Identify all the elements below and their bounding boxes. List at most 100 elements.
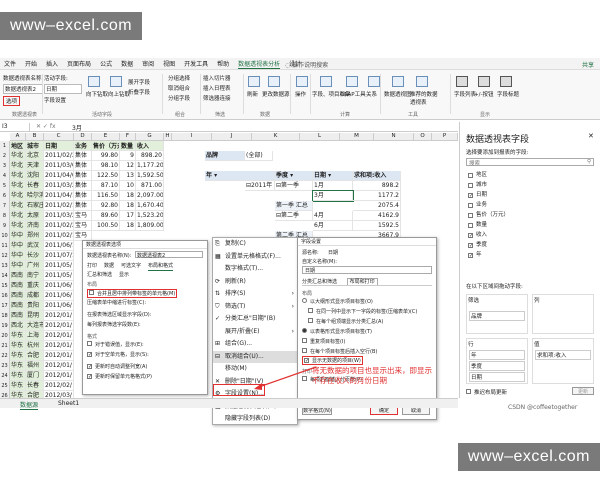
table-cell[interactable]: 2011/02/15: [44, 231, 74, 241]
table-cell[interactable]: 哈尔滨: [26, 191, 44, 201]
defer-update-checkbox[interactable]: 推迟布局更新: [466, 388, 507, 396]
context-menu-item[interactable]: 展开/折叠(E) ›: [213, 326, 297, 339]
row-header[interactable]: 25: [0, 381, 10, 391]
table-cell[interactable]: 2011/03/04: [44, 161, 74, 171]
menu-tab-3[interactable]: 页面布局: [67, 59, 91, 68]
context-menu-item[interactable]: ⟳ 刷新(R): [213, 276, 297, 289]
autofit-columns-checkbox[interactable]: ✓ 更新时自动调整列宽(A): [87, 363, 147, 370]
row-header[interactable]: 15: [0, 281, 10, 291]
pivot-sum-cell[interactable]: 898.2: [353, 181, 401, 191]
table-cell[interactable]: 华中: [10, 241, 26, 251]
field-checkbox[interactable]: [468, 172, 473, 178]
pivot-date-cell[interactable]: 1月: [313, 181, 353, 191]
row-header[interactable]: 3: [0, 161, 10, 171]
row-header[interactable]: 6: [0, 191, 10, 201]
column-header-C[interactable]: C: [44, 133, 74, 141]
drill-down-button[interactable]: 向下钻取: [86, 90, 108, 98]
table-cell[interactable]: 2011/05/: [44, 271, 74, 281]
table-cell[interactable]: 南宁: [26, 271, 44, 281]
options-tab-2[interactable]: 可选文字: [121, 262, 141, 271]
context-menu-item[interactable]: ⊞ 组合(G)...: [213, 338, 297, 351]
table-cell[interactable]: 98.10: [92, 161, 120, 171]
outline-form-radio[interactable]: 以大纲形式显示项目标签(O): [302, 298, 373, 305]
table-cell[interactable]: 116.50: [92, 191, 120, 201]
row-header[interactable]: 19: [0, 321, 10, 331]
pivotchart-button[interactable]: 数据透视图: [384, 90, 412, 98]
table-cell[interactable]: 99.80: [92, 151, 120, 161]
table-cell[interactable]: 1,592.50: [136, 171, 164, 181]
change-source-button[interactable]: 更改数据源: [262, 90, 290, 98]
table-cell[interactable]: 华东: [10, 371, 26, 381]
table-cell[interactable]: 2011/04/14: [44, 191, 74, 201]
name-box[interactable]: I3: [2, 123, 30, 131]
table-cell[interactable]: 1,670.40: [136, 201, 164, 211]
column-header-F[interactable]: F: [120, 133, 136, 141]
table-cell[interactable]: 1,809.00: [136, 221, 164, 231]
table-cell[interactable]: 福州: [26, 361, 44, 371]
context-menu-item[interactable]: ⇅ 排序(S) ›: [213, 288, 297, 301]
pivot-quarter-header[interactable]: 季度 ▾: [275, 171, 313, 181]
field-checkbox[interactable]: [468, 182, 473, 188]
pivot-sum-cell[interactable]: 2075.4: [353, 201, 401, 211]
options-tab-0[interactable]: 打印: [87, 262, 97, 271]
table-cell[interactable]: 871.00: [136, 181, 164, 191]
table-cell[interactable]: 12: [120, 161, 136, 171]
table-cell[interactable]: 贵阳: [26, 301, 44, 311]
table-cell[interactable]: 18: [120, 201, 136, 211]
actions-button[interactable]: 操作: [295, 90, 306, 98]
pivot-name-input[interactable]: 数据透视表2: [3, 84, 43, 94]
pivot-sum-cell[interactable]: 4162.9: [353, 211, 401, 221]
field-list-item[interactable]: ✓ 日期: [468, 190, 594, 200]
values-area[interactable]: 值 求和项:收入: [532, 338, 594, 384]
tabular-form-radio[interactable]: 以表格形式显示项目标签(T): [302, 328, 372, 335]
pivot-date-header[interactable]: 日期 ▾: [313, 171, 353, 181]
table-cell[interactable]: 17: [120, 211, 136, 221]
table-cell[interactable]: 石家庄: [26, 201, 44, 211]
column-header-I[interactable]: I: [172, 133, 212, 141]
table-cell[interactable]: 长春: [26, 181, 44, 191]
table-cell[interactable]: 华东: [10, 391, 26, 398]
table-cell[interactable]: 厦门: [26, 371, 44, 381]
table-cell[interactable]: 合肥: [26, 351, 44, 361]
table-cell[interactable]: 1,523.20: [136, 211, 164, 221]
drill-up-button[interactable]: 向上钻取: [108, 90, 130, 98]
menu-tab-4[interactable]: 公式: [100, 59, 112, 68]
column-header-B[interactable]: B: [26, 133, 44, 141]
filters-area[interactable]: 筛选 品牌: [466, 294, 528, 334]
row-header[interactable]: 20: [0, 331, 10, 341]
row-header[interactable]: 21: [0, 341, 10, 351]
table-cell[interactable]: 上海: [26, 331, 44, 341]
table-cell[interactable]: 宝马: [74, 221, 92, 231]
table-cell[interactable]: 华东: [10, 361, 26, 371]
row-header[interactable]: 16: [0, 291, 10, 301]
table-header-cell[interactable]: 售价（万元）: [92, 141, 120, 151]
table-cell[interactable]: 西北: [10, 321, 26, 331]
table-header-cell[interactable]: 收入: [136, 141, 164, 151]
table-cell[interactable]: 昆明: [26, 311, 44, 321]
table-cell[interactable]: 西南: [10, 311, 26, 321]
table-cell[interactable]: 2012/03/: [44, 391, 74, 398]
table-header-cell[interactable]: 日期: [44, 141, 74, 151]
table-cell[interactable]: 898.20: [136, 151, 164, 161]
subtotals-top-checkbox[interactable]: 在每个组顶端显示分类汇总(A): [308, 318, 383, 325]
row-item-quarter[interactable]: 季度: [469, 361, 525, 371]
table-cell[interactable]: 92.80: [92, 201, 120, 211]
pivot-year-header[interactable]: 年 ▾: [205, 171, 275, 181]
table-cell[interactable]: 2011/06/1: [44, 241, 74, 251]
table-cell[interactable]: 集体: [74, 171, 92, 181]
table-cell[interactable]: 大连市: [26, 321, 44, 331]
context-menu-item[interactable]: ⊟ 取消组合(U)...: [213, 350, 297, 363]
table-cell[interactable]: 华东: [10, 381, 26, 391]
pivot-quarter-cell[interactable]: 第一季 汇总: [275, 201, 313, 211]
empty-cells-checkbox[interactable]: ✓ 对于空单元格，显示(S):: [87, 351, 149, 358]
options-tab-5[interactable]: 显示: [119, 271, 129, 279]
sheet-tab-sheet1[interactable]: Sheet1: [58, 400, 79, 407]
table-cell[interactable]: 2011/06/: [44, 301, 74, 311]
table-cell[interactable]: 长春: [26, 381, 44, 391]
table-cell[interactable]: 华中: [10, 251, 26, 261]
table-cell[interactable]: 集体: [74, 191, 92, 201]
table-cell[interactable]: 2011/02/21: [44, 221, 74, 231]
field-list-item[interactable]: 售价（万元）: [468, 210, 594, 220]
table-cell[interactable]: 100.50: [92, 221, 120, 231]
pivot-year-value[interactable]: ⊟2011年: [245, 181, 275, 191]
